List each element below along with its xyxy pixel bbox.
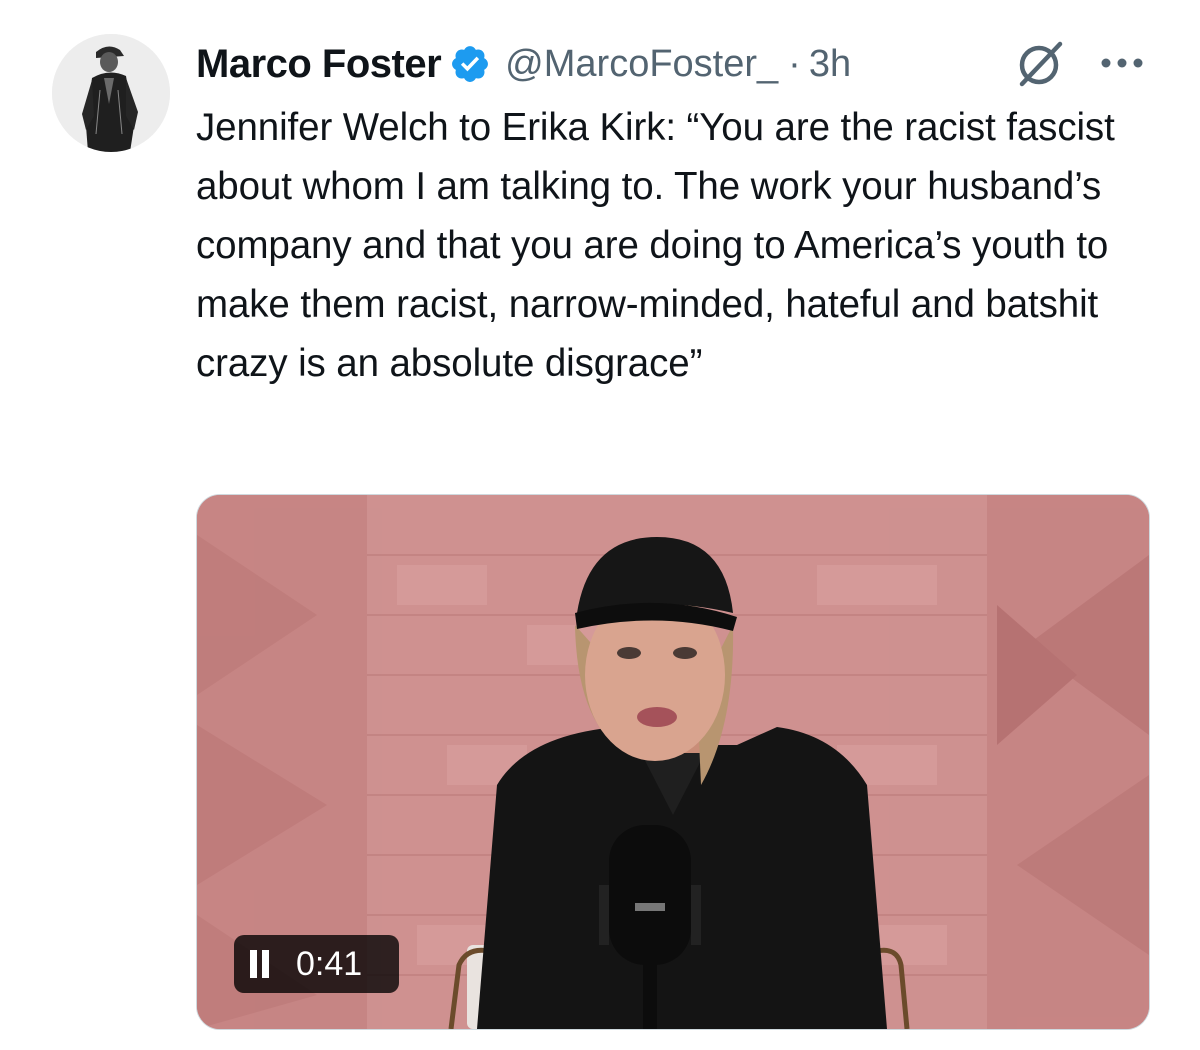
author-handle[interactable]: @MarcoFoster_ [505, 43, 778, 86]
author-name[interactable]: Marco Foster [196, 42, 442, 87]
video-controls[interactable]: 0:41 [234, 935, 399, 993]
verified-badge-icon[interactable] [449, 43, 491, 85]
avatar-image [52, 34, 170, 152]
video-duration: 0:41 [296, 944, 363, 983]
separator-dot: · [788, 42, 801, 85]
tweet[interactable]: Marco Foster @MarcoFoster_ · 3h Jennifer… [0, 0, 1200, 1050]
grok-icon[interactable] [1012, 38, 1068, 90]
tweet-timestamp[interactable]: 3h [809, 43, 851, 86]
pause-icon[interactable] [248, 950, 272, 978]
tweet-text: Jennifer Welch to Erika Kirk: “You are t… [196, 106, 1115, 385]
avatar[interactable] [52, 34, 170, 152]
more-horizontal-icon[interactable] [1098, 42, 1146, 84]
